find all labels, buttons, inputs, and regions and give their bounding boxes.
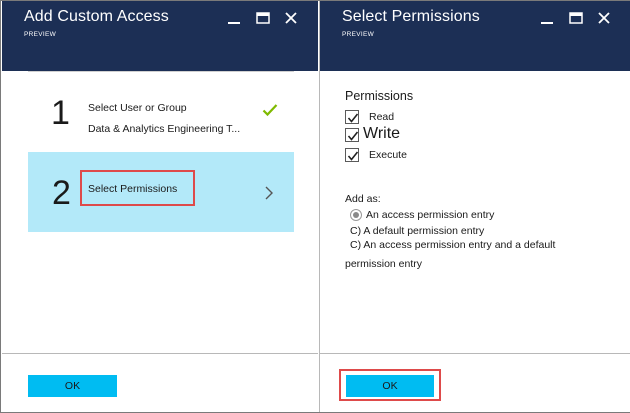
checkmark-icon bbox=[262, 104, 278, 117]
write-checkbox[interactable] bbox=[345, 128, 359, 142]
select-permissions-blade: Select Permissions PREVIEW Permissions R… bbox=[319, 1, 630, 412]
read-checkbox[interactable] bbox=[345, 110, 359, 124]
blade-header: Add Custom Access PREVIEW bbox=[2, 1, 318, 71]
app-frame: Add Custom Access PREVIEW 1 Select User … bbox=[0, 0, 630, 413]
step-title: Select User or Group bbox=[88, 102, 187, 114]
chevron-right-icon bbox=[265, 186, 273, 200]
footer-divider bbox=[320, 353, 630, 354]
footer-divider bbox=[2, 353, 318, 354]
step-number: 1 bbox=[51, 94, 70, 132]
step-selected-value: Data & Analytics Engineering T... bbox=[88, 123, 241, 135]
maximize-icon[interactable] bbox=[255, 10, 271, 26]
add-as-label: Add as: bbox=[345, 193, 381, 205]
blade-title: Add Custom Access bbox=[24, 8, 169, 25]
step-select-user-or-group[interactable]: 1 Select User or Group Data & Analytics … bbox=[28, 83, 294, 147]
step-divider bbox=[28, 71, 294, 72]
permission-label: Read bbox=[369, 111, 395, 123]
step-number: 2 bbox=[52, 174, 71, 212]
option-access-and-default-entry[interactable]: C) An access permission entry and a defa… bbox=[350, 239, 555, 251]
step-title: Select Permissions bbox=[88, 183, 178, 195]
option-label-continued: permission entry bbox=[345, 258, 423, 270]
option-default-entry[interactable]: C) A default permission entry bbox=[350, 225, 484, 237]
ok-button[interactable]: OK bbox=[346, 375, 434, 397]
blade-header: Select Permissions PREVIEW bbox=[320, 1, 630, 71]
access-entry-radio[interactable] bbox=[350, 209, 362, 221]
checkmark-icon bbox=[347, 113, 359, 123]
checkmark-icon bbox=[347, 151, 359, 161]
maximize-icon[interactable] bbox=[568, 10, 584, 26]
close-icon[interactable] bbox=[283, 10, 299, 26]
close-icon[interactable] bbox=[596, 10, 612, 26]
permission-label: Execute bbox=[369, 149, 407, 161]
checkmark-icon bbox=[347, 131, 359, 141]
step-select-permissions[interactable]: 2 Select Permissions bbox=[28, 152, 294, 232]
permission-label: Write bbox=[363, 125, 401, 142]
blade-subtitle: PREVIEW bbox=[342, 31, 375, 38]
minimize-icon[interactable] bbox=[539, 10, 555, 26]
blade-title: Select Permissions bbox=[342, 8, 480, 25]
add-custom-access-blade: Add Custom Access PREVIEW 1 Select User … bbox=[2, 1, 318, 412]
permissions-heading: Permissions bbox=[345, 89, 414, 103]
blade-subtitle: PREVIEW bbox=[24, 31, 57, 38]
ok-button[interactable]: OK bbox=[28, 375, 117, 397]
minimize-icon[interactable] bbox=[226, 10, 242, 26]
execute-checkbox[interactable] bbox=[345, 148, 359, 162]
option-label: An access permission entry bbox=[366, 209, 495, 221]
